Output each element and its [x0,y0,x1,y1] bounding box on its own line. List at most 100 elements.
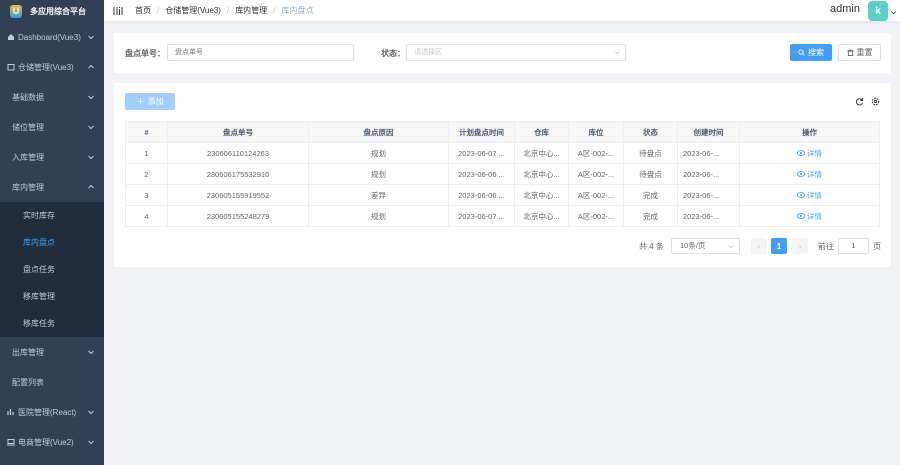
sidebar-item-label: 储位管理 [12,122,44,132]
status-select[interactable]: 请选择区 [406,44,626,61]
breadcrumb-warehouse[interactable]: 仓储管理(Vue3) [165,5,221,16]
eye-icon [797,213,805,219]
sidebar-item-inbound[interactable]: 入库管理 [0,142,104,172]
prev-page-button[interactable]: ‹ [751,238,767,254]
chevron-up-icon [88,64,94,69]
next-page-button[interactable]: › [792,238,808,254]
chevron-down-icon [729,245,734,249]
sidebar-item-label: 入库管理 [12,152,44,162]
sidebar-item-dashboard[interactable]: Dashboard(Vue3) [0,22,104,52]
pagination-total: 共 4 条 [639,242,664,251]
sidebar-item-label: 出库管理 [12,347,44,357]
table-panel: ＋ 添加 # 盘点单号 盘点原因 计划盘点时间 仓库 库位 状态 创建时间 操作… [114,83,891,267]
stocktaking-table: # 盘点单号 盘点原因 计划盘点时间 仓库 库位 状态 创建时间 操作 1 23… [125,121,880,227]
user-name[interactable]: admin [830,3,860,15]
detail-link[interactable]: 详情 [797,169,822,180]
table-row[interactable]: 4 230605155248279 规划 2023-06-07 ... 北京中心… [125,206,880,227]
sidebar-item-realtime-stock[interactable]: 实时库存 [0,202,104,229]
sidebar-item-stocktaking[interactable]: 库内盘点 [0,229,104,256]
reset-button[interactable]: 重置 [838,44,881,61]
logo-icon: U [10,4,22,18]
detail-link[interactable]: 详情 [797,190,822,201]
search-panel: 盘点单号： 状态： 请选择区 搜索 重置 [114,33,891,73]
row-index: 3 [125,185,168,205]
chevron-down-icon[interactable] [890,9,897,16]
trash-icon [846,49,854,56]
home-icon [6,33,15,42]
detail-link[interactable]: 详情 [797,148,822,159]
sidebar-item-label: 实时库存 [23,211,55,220]
sidebar-item-label: 仓储管理(Vue3) [18,62,74,72]
avatar[interactable]: k [868,1,888,21]
status-label: 状态： [381,49,405,58]
sidebar-item-label: 库内盘点 [23,238,55,247]
breadcrumb-home[interactable]: 首页 [135,5,151,16]
logo[interactable]: U 多应用综合平台 [0,0,104,22]
order-number-input[interactable] [167,44,354,61]
row-index: 4 [125,206,168,226]
eye-icon [797,150,805,156]
order-number: 230606110124263 [168,143,309,163]
chevron-up-icon [88,184,94,189]
table-row[interactable]: 1 230606110124263 规划 2023-06-07 ... 北京中心… [125,143,880,164]
sidebar-item-basic-data[interactable]: 基础数据 [0,82,104,112]
sidebar-item-stocktaking-task[interactable]: 盘点任务 [0,256,104,283]
laptop-icon [6,438,15,447]
table-row[interactable]: 3 230605155919552 差异 2023-06-06 ... 北京中心… [125,185,880,206]
sidebar-item-config-list[interactable]: 配置列表 [0,367,104,397]
chevron-down-icon [88,35,94,40]
app-title: 多应用综合平台 [30,6,86,16]
chevron-down-icon [88,350,94,355]
page-number-button[interactable]: 1 [771,238,787,254]
status: 待盘点 [624,164,678,184]
sidebar-item-label: 库内管理 [12,182,44,192]
sidebar-item-label: 移库管理 [23,292,55,301]
sidebar-item-warehouse[interactable]: 仓储管理(Vue3) [0,52,104,82]
warehouse: 北京中心... [515,206,569,226]
detail-link[interactable]: 详情 [797,211,822,222]
sidebar-item-ecommerce[interactable]: 电商管理(Vue2) [0,427,104,457]
location: A区-002-... [569,143,624,163]
warehouse: 北京中心... [515,164,569,184]
sidebar-item-outbound[interactable]: 出库管理 [0,337,104,367]
order-number: 230605155919552 [168,185,309,205]
refresh-icon[interactable] [855,97,864,106]
hamburger-icon[interactable] [113,6,123,16]
created-time: 2023-06-... [678,206,740,226]
sidebar-item-transfer[interactable]: 移库管理 [0,283,104,310]
sidebar-item-label: 配置列表 [12,377,44,387]
status: 待盘点 [624,143,678,163]
search-button[interactable]: 搜索 [790,44,832,61]
order-number: 230606175532910 [168,164,309,184]
plan-time: 2023-06-06 ... [449,185,515,205]
sidebar-item-hospital[interactable]: 医院管理(React) [0,397,104,427]
sidebar-item-label: 电商管理(Vue2) [18,437,74,447]
reason: 规划 [309,164,449,184]
table-header-row: # 盘点单号 盘点原因 计划盘点时间 仓库 库位 状态 创建时间 操作 [125,122,880,143]
sidebar-item-inventory-management[interactable]: 库内管理 [0,172,104,202]
sidebar-item-transfer-task[interactable]: 移库任务 [0,310,104,337]
sidebar-item-storage-location[interactable]: 储位管理 [0,112,104,142]
sidebar-item-label: 基础数据 [12,92,44,102]
column-header: 盘点原因 [309,122,449,142]
sidebar-item-label: 移库任务 [23,319,55,328]
table-row[interactable]: 2 230606175532910 规划 2023-06-06 ... 北京中心… [125,164,880,185]
sidebar-item-label: 医院管理(React) [18,407,77,417]
box-icon [6,63,15,72]
settings-icon[interactable] [871,97,880,106]
chevron-down-icon [88,95,94,100]
goto-page-input[interactable]: 1 [838,238,869,254]
breadcrumb-current: 库内盘点 [281,6,314,15]
top-header: 首页 / 仓储管理(Vue3) / 库内管理 / 库内盘点 admin k [104,0,900,21]
order-number-label: 盘点单号： [125,49,165,58]
status: 完成 [624,185,678,205]
chevron-down-icon [88,440,94,445]
action-cell: 详情 [740,143,880,163]
reason: 规划 [309,143,449,163]
reason: 规划 [309,206,449,226]
breadcrumb-inventory[interactable]: 库内管理 [235,5,267,16]
add-button[interactable]: ＋ 添加 [125,93,175,110]
chevron-down-icon [88,410,94,415]
column-header: 盘点单号 [168,122,309,142]
chevron-down-icon [88,155,94,160]
